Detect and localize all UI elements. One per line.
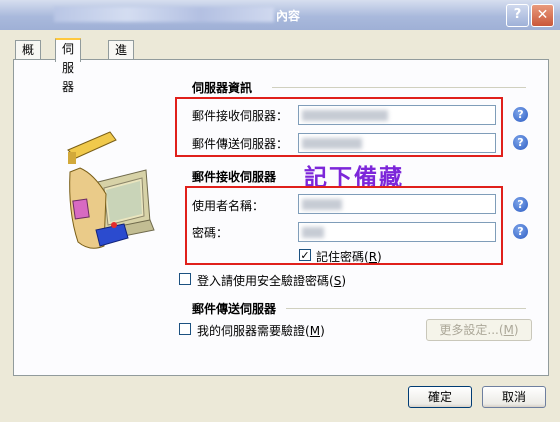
section-divider <box>272 87 526 88</box>
server-info-title: 伺服器資訊 <box>192 81 253 95</box>
server-illustration <box>67 131 155 249</box>
highlight-box-login <box>185 186 503 265</box>
secure-auth-checkbox[interactable] <box>179 273 191 285</box>
requires-auth-label[interactable]: 我的伺服器需要驗證(M) <box>197 322 325 339</box>
section-divider <box>286 308 526 309</box>
outgoing-server-title: 郵件傳送伺服器 <box>192 302 277 316</box>
tab-servers[interactable]: 伺服器 <box>55 38 82 94</box>
help-icon[interactable]: ? <box>513 107 528 122</box>
requires-auth-checkbox[interactable] <box>179 323 191 335</box>
more-settings-button[interactable]: 更多設定...(M) <box>426 319 532 341</box>
cancel-button[interactable]: 取消 <box>482 386 546 408</box>
highlight-box-server-info <box>175 97 503 157</box>
blurred-title <box>54 7 274 22</box>
title-bar: 內容 ? ✕ <box>0 0 560 30</box>
window-title: 內容 <box>276 9 301 23</box>
help-icon[interactable]: ? <box>513 197 528 212</box>
help-icon[interactable]: ? <box>513 224 528 239</box>
tab-advanced[interactable]: 進階 <box>108 40 135 76</box>
incoming-server-title: 郵件接收伺服器 <box>192 170 277 184</box>
ok-button[interactable]: 確定 <box>408 386 472 408</box>
help-button[interactable]: ? <box>506 4 529 27</box>
close-button[interactable]: ✕ <box>531 4 554 27</box>
servers-panel: 伺服器資訊 郵件接收伺服器： ? 郵件傳送伺服器： ? 記下備藏 郵件接收伺服器… <box>13 59 549 376</box>
secure-auth-label[interactable]: 登入請使用安全驗證密碼(S) <box>197 272 346 289</box>
help-icon[interactable]: ? <box>513 135 528 150</box>
tab-general[interactable]: 概述 <box>15 40 42 76</box>
